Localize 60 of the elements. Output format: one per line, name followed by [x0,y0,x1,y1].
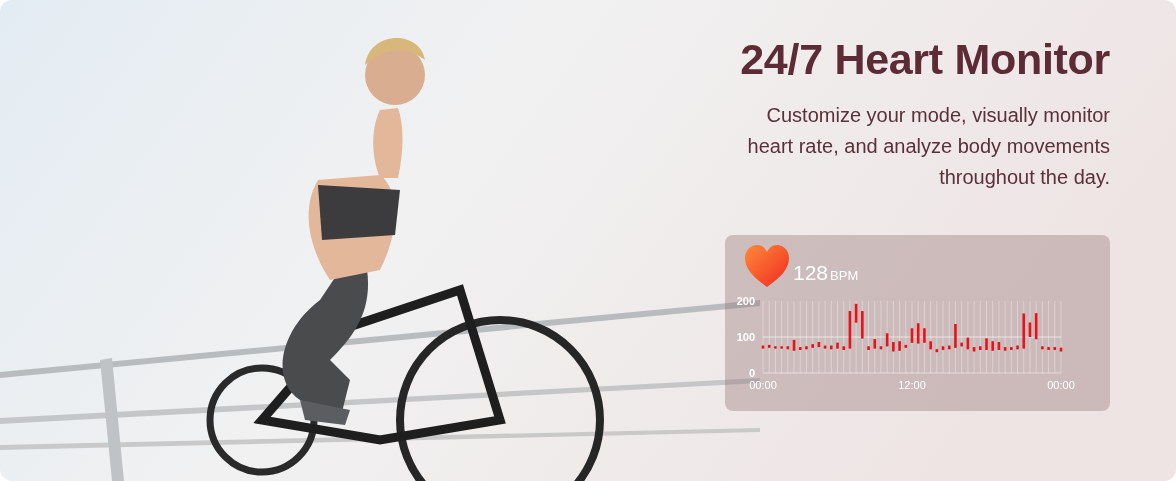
candle [761,345,765,349]
candle [798,346,802,351]
candle [879,345,883,350]
candle [972,346,976,352]
candle [1016,345,1019,350]
candle [767,344,771,349]
heart-rate-value: 128 [793,262,829,283]
candle [861,310,864,339]
candle [1022,313,1026,349]
candle [1047,346,1050,351]
candle [929,340,932,350]
candle [991,340,994,352]
heart-icon [743,243,791,289]
candle [1053,346,1057,351]
candle [805,345,808,350]
candle [854,303,858,324]
banner-title: 24/7 Heart Monitor [740,34,1110,84]
candle [910,327,914,344]
candle [780,345,783,349]
axis-label: 0 [748,367,755,379]
candle [817,341,821,348]
candle [1010,346,1013,351]
candle [947,345,951,350]
candle [966,337,970,350]
axis-label: 00:00 [749,379,777,391]
candle [923,327,926,344]
candle [941,345,945,351]
candle [830,345,833,350]
candle [774,345,777,349]
candle [979,345,982,351]
candle [792,339,796,352]
candle [1041,345,1044,350]
candle [811,343,814,349]
candle [1028,322,1032,338]
candle [873,338,877,349]
axis-label: 00:00 [1047,379,1075,391]
candle [842,345,845,351]
candle [885,332,889,347]
axis-label: 100 [736,331,755,343]
candle [935,348,939,353]
candle [867,345,870,351]
candle [823,345,827,349]
candle [1003,346,1007,352]
candle [916,322,920,344]
candle [836,342,839,349]
axis-label: 200 [736,295,755,307]
candle [1034,312,1038,340]
candle [1059,347,1063,352]
candle [960,342,963,347]
candle [786,345,790,350]
candle [898,340,901,352]
axis-label: 12:00 [898,379,926,391]
candle [985,337,988,351]
candle [954,323,957,349]
banner-description: Customize your mode, visually monitor heart rate, and analyze body movements throughout the day. [746,103,1110,190]
candle [892,341,895,352]
candle [904,344,908,349]
candle [848,310,852,349]
heart-rate-unit: BPM [830,269,859,282]
candle [997,341,1001,351]
